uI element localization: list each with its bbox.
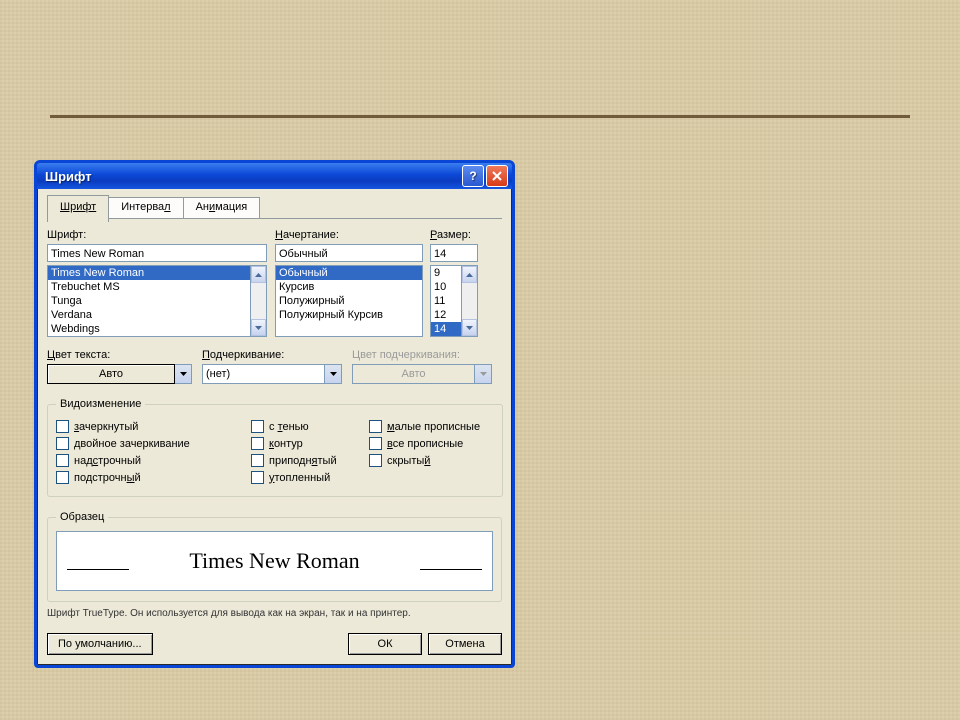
style-list-item[interactable]: Полужирный Курсив [276, 308, 422, 322]
scroll-down-button[interactable] [462, 319, 477, 336]
font-list-item[interactable]: Trebuchet MS [48, 280, 250, 294]
style-input[interactable]: Обычный [275, 244, 423, 262]
color-label: Цвет текста: [47, 349, 192, 361]
check-engrave[interactable]: утопленный [251, 471, 369, 484]
tab-font[interactable]: Шрифт [47, 195, 109, 222]
font-list-item[interactable]: Tunga [48, 294, 250, 308]
check-shadow[interactable]: с тенью [251, 420, 369, 433]
check-superscript[interactable]: надстрочный [56, 454, 251, 467]
font-list-item[interactable]: Webdings [48, 322, 250, 336]
preview-box: Times New Roman [56, 531, 493, 591]
ok-button[interactable]: ОК [348, 633, 422, 655]
underline-color-label: Цвет подчеркивания: [352, 349, 492, 361]
size-list-item[interactable]: 11 [431, 294, 461, 308]
button-row: По умолчанию... ОК Отмена [47, 633, 502, 655]
horizontal-rule [50, 115, 910, 118]
titlebar[interactable]: Шрифт ? [37, 163, 512, 189]
underline-color-value: Авто [352, 364, 475, 384]
dialog-body: Шрифт Интервал Анимация Шрифт: Times New… [37, 189, 512, 665]
underline-combo[interactable]: (нет) [202, 364, 342, 384]
preview-line [67, 569, 129, 570]
font-label: Шрифт: [47, 229, 275, 241]
checkbox-icon [56, 471, 69, 484]
default-button[interactable]: По умолчанию... [47, 633, 153, 655]
chevron-down-icon [466, 326, 473, 330]
checkbox-icon [251, 471, 264, 484]
style-listbox[interactable]: Обычный Курсив Полужирный Полужирный Кур… [275, 265, 423, 337]
checkbox-icon [56, 437, 69, 450]
size-input[interactable]: 14 [430, 244, 478, 262]
tab-animation[interactable]: Анимация [183, 197, 261, 219]
size-listbox[interactable]: 9 10 11 12 14 [430, 265, 462, 337]
close-button[interactable] [486, 165, 508, 187]
checkbox-icon [369, 420, 382, 433]
font-list-item[interactable]: Verdana [48, 308, 250, 322]
check-emboss[interactable]: приподнятый [251, 454, 369, 467]
font-listbox[interactable]: Times New Roman Trebuchet MS Tunga Verda… [47, 265, 251, 337]
style-list-item[interactable]: Полужирный [276, 294, 422, 308]
font-hint: Шрифт TrueType. Он используется для выво… [47, 608, 502, 619]
size-label: Размер: [430, 229, 485, 241]
size-scrollbar[interactable] [462, 265, 478, 337]
size-list-item[interactable]: 10 [431, 280, 461, 294]
check-strikethrough[interactable]: зачеркнутый [56, 420, 251, 433]
preview-line [420, 569, 482, 570]
tab-pane: Шрифт: Times New Roman Times New Roman T… [47, 219, 502, 655]
close-icon [492, 171, 502, 181]
chevron-down-icon [180, 372, 187, 376]
checkbox-icon [251, 454, 264, 467]
font-input[interactable]: Times New Roman [47, 244, 267, 262]
checkbox-icon [251, 420, 264, 433]
checkbox-icon [251, 437, 264, 450]
effects-group: Видоизменение зачеркнутый двойное зачерк… [47, 398, 503, 497]
dropdown-button [475, 364, 492, 384]
check-double-strike[interactable]: двойное зачеркивание [56, 437, 251, 450]
tab-interval[interactable]: Интервал [108, 197, 183, 219]
tab-row: Шрифт Интервал Анимация [47, 197, 502, 219]
chevron-down-icon [330, 372, 337, 376]
preview-group: Образец Times New Roman [47, 511, 502, 602]
check-hidden[interactable]: скрытый [369, 454, 494, 467]
underline-color-combo: Авто [352, 364, 492, 384]
scroll-up-button[interactable] [251, 266, 266, 283]
size-list-item[interactable]: 14 [431, 322, 461, 336]
text-color-combo[interactable]: Авто [47, 364, 192, 384]
font-list-item[interactable]: Times New Roman [48, 266, 250, 280]
tab-divider [47, 218, 502, 219]
style-label: Начертание: [275, 229, 430, 241]
cancel-button[interactable]: Отмена [428, 633, 502, 655]
chevron-down-icon [255, 326, 262, 330]
help-button[interactable]: ? [462, 165, 484, 187]
text-color-value: Авто [47, 364, 175, 384]
style-list-item[interactable]: Обычный [276, 266, 422, 280]
dropdown-button[interactable] [325, 364, 342, 384]
dialog-title: Шрифт [45, 169, 460, 184]
scroll-down-button[interactable] [251, 319, 266, 336]
style-list-item[interactable]: Курсив [276, 280, 422, 294]
check-allcaps[interactable]: все прописные [369, 437, 494, 450]
check-smallcaps[interactable]: малые прописные [369, 420, 494, 433]
chevron-up-icon [255, 273, 262, 277]
size-list-item[interactable]: 12 [431, 308, 461, 322]
scroll-up-button[interactable] [462, 266, 477, 283]
effects-legend: Видоизменение [56, 398, 145, 410]
dropdown-button[interactable] [175, 364, 192, 384]
size-list-item[interactable]: 9 [431, 266, 461, 280]
scroll-track[interactable] [462, 283, 477, 319]
checkbox-icon [369, 454, 382, 467]
checkbox-icon [56, 420, 69, 433]
chevron-up-icon [466, 273, 473, 277]
underline-label: Подчеркивание: [202, 349, 342, 361]
font-scrollbar[interactable] [251, 265, 267, 337]
checkbox-icon [369, 437, 382, 450]
check-subscript[interactable]: подстрочный [56, 471, 251, 484]
check-outline[interactable]: контур [251, 437, 369, 450]
preview-text: Times New Roman [189, 548, 359, 574]
font-dialog: Шрифт ? Шрифт Интервал Анимация Шрифт: T… [34, 160, 515, 668]
checkbox-icon [56, 454, 69, 467]
chevron-down-icon [480, 372, 487, 376]
scroll-track[interactable] [251, 283, 266, 319]
preview-legend: Образец [56, 511, 108, 523]
underline-value: (нет) [202, 364, 325, 384]
